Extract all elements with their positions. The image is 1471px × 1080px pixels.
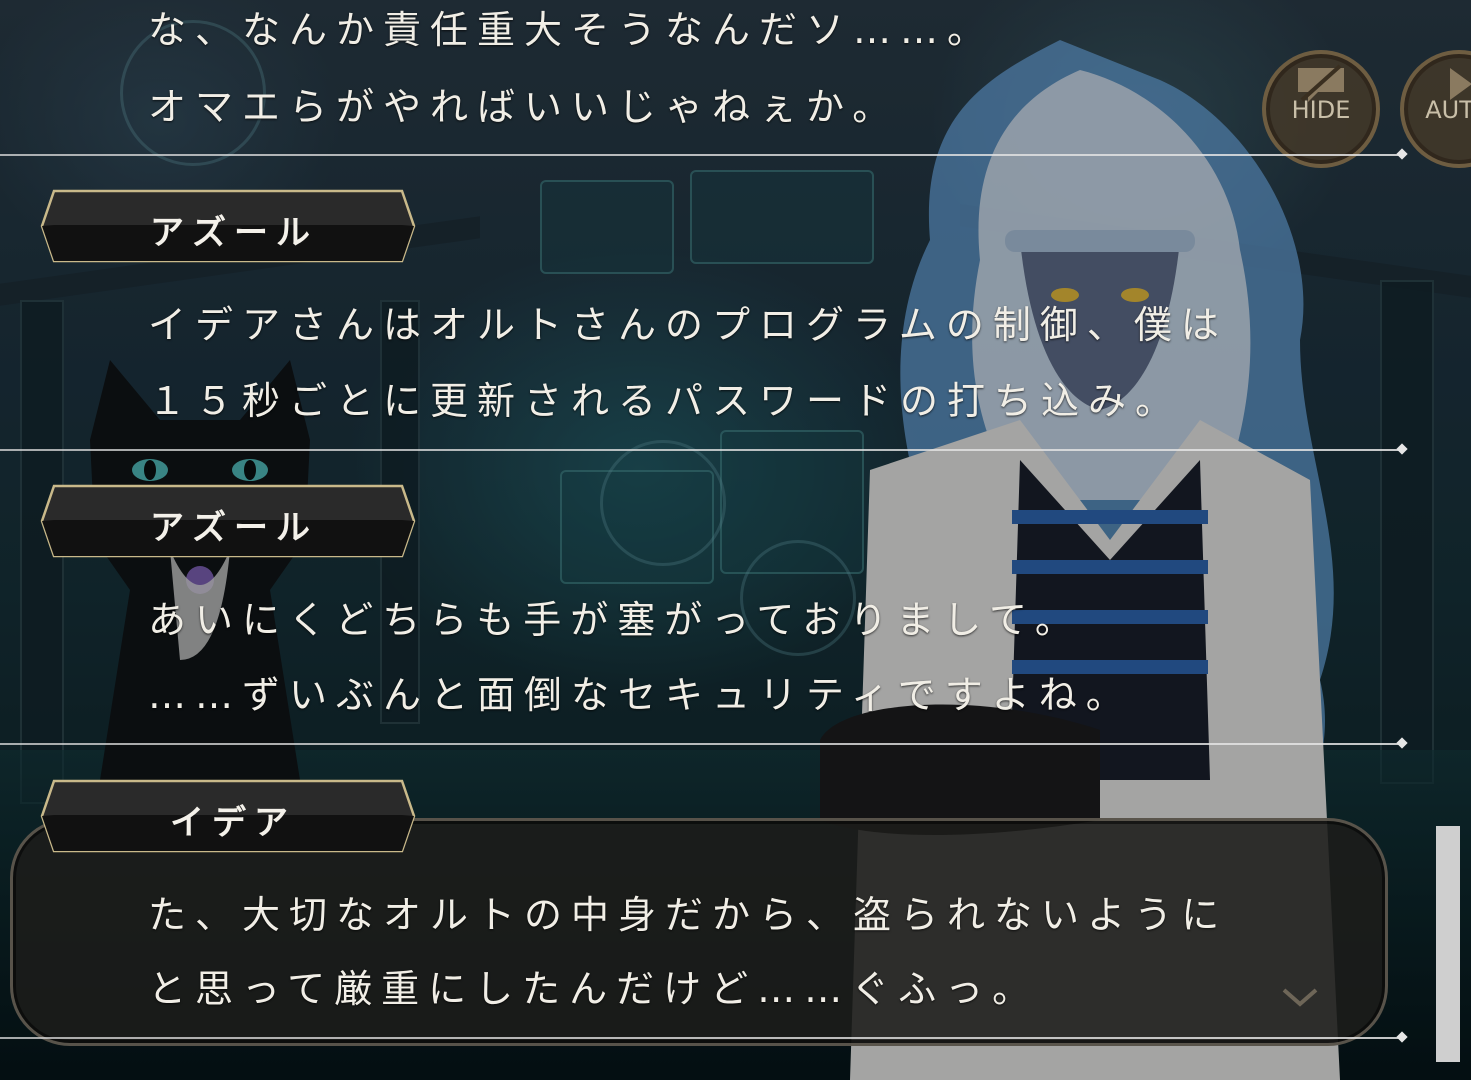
chevron-down-icon[interactable]	[1282, 988, 1318, 1008]
auto-label: AUTO	[1425, 96, 1471, 124]
log-line: ……ずいぶんと面倒なセキュリティですよね。	[148, 673, 1133, 717]
speaker-name: イデア	[170, 803, 296, 843]
log-line: あいにくどちらも手が塞がっておりまして。	[148, 598, 1082, 642]
log-separator	[0, 154, 1402, 156]
hide-button[interactable]: HIDE	[1262, 50, 1380, 168]
log-line: イデアさんはオルトさんのプログラムの制御、僕は	[148, 303, 1228, 347]
log-separator	[0, 743, 1402, 745]
log-line: １５秒ごとに更新されるパスワードの打ち込み。	[148, 379, 1183, 423]
speaker-nameplate: イデア	[40, 779, 416, 853]
log-separator	[0, 449, 1402, 451]
log-separator	[0, 1037, 1402, 1039]
log-line: オマエらがやればいいじゃねぇか。	[148, 85, 900, 129]
speaker-nameplate: アズール	[40, 189, 416, 263]
log-line: な、なんか責任重大そうなんだソ……。	[148, 8, 995, 52]
dialogue-line: た、大切なオルトの中身だから、盗られないように	[148, 893, 1229, 937]
dialogue-line: と思って厳重にしたんだけど……ぐふっ。	[148, 967, 1040, 1011]
hide-label: HIDE	[1291, 96, 1351, 124]
speaker-name: アズール	[150, 508, 318, 548]
scrollbar-thumb[interactable]	[1436, 826, 1460, 1062]
speaker-name: アズール	[150, 213, 318, 253]
speaker-nameplate: アズール	[40, 484, 416, 558]
